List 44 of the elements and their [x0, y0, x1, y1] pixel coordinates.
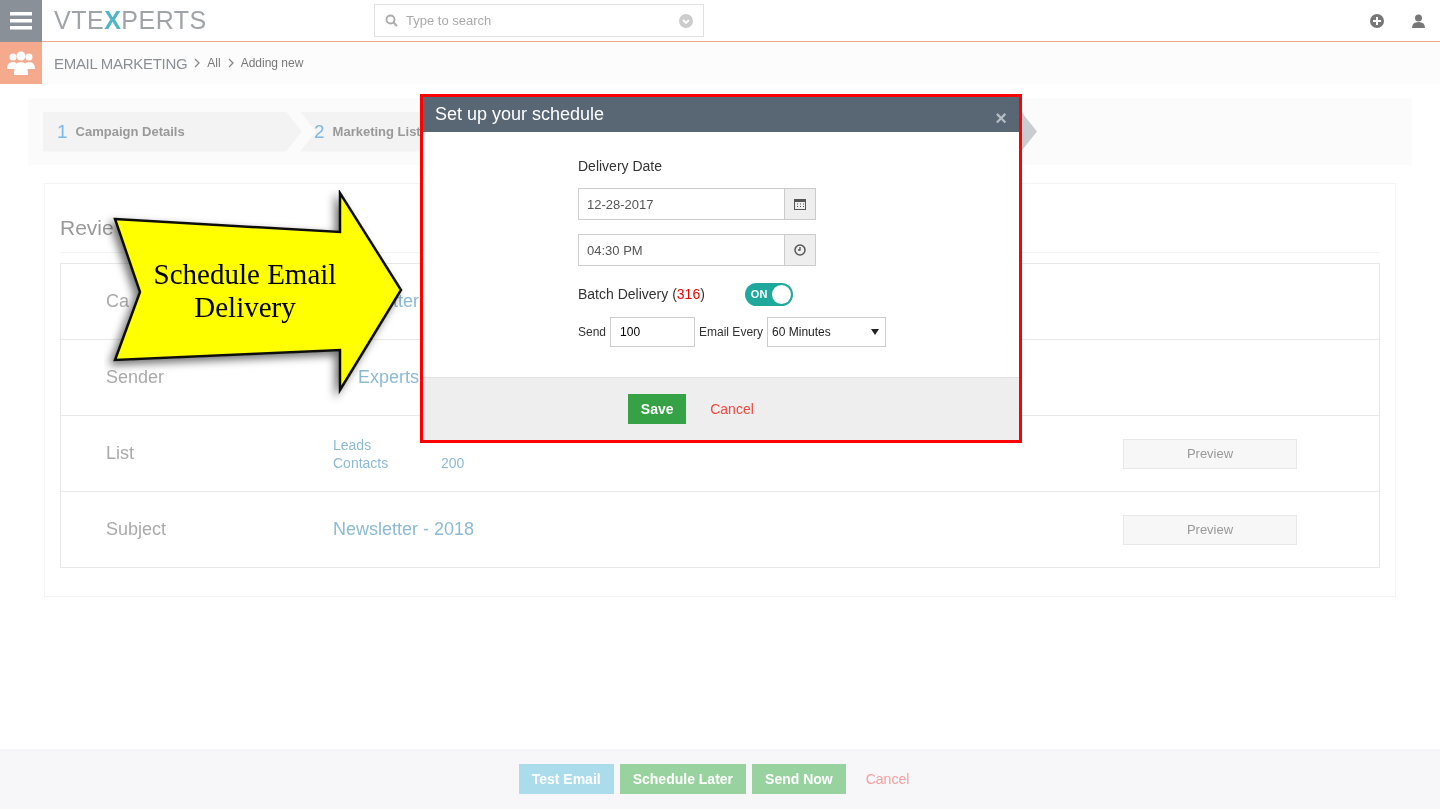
row-label: Subject	[106, 519, 167, 539]
row-value: Newsletter - 2018	[333, 519, 475, 540]
save-button[interactable]: Save	[628, 394, 687, 424]
search-box[interactable]: Type to search	[374, 4, 704, 37]
preview-button[interactable]: Preview	[1123, 514, 1297, 545]
logo: VTEXPERTS	[54, 6, 208, 35]
people-icon	[7, 51, 35, 75]
action-button[interactable]: Schedule Later	[619, 764, 747, 794]
cancel-link[interactable]: Cancel	[710, 401, 754, 417]
cancel-link[interactable]: Cancel	[851, 764, 924, 794]
close-button[interactable]: ×	[995, 107, 1007, 130]
breadcrumb-item[interactable]: All	[207, 56, 221, 70]
action-button[interactable]: Send Now	[752, 764, 846, 794]
send-label: Send	[578, 325, 607, 339]
calendar-icon[interactable]	[794, 198, 806, 210]
menu-button[interactable]	[0, 0, 42, 42]
list-count: 200	[441, 455, 465, 471]
row-value: Experts	[357, 367, 419, 388]
time-picker[interactable]: 04:30 PM	[578, 234, 816, 266]
callout-text: Schedule Email Delivery	[152, 258, 338, 324]
caret-icon	[871, 329, 880, 335]
breadcrumb-item[interactable]: Adding new	[240, 56, 304, 70]
list-link[interactable]: Leads	[333, 436, 441, 453]
row-label: Ca	[106, 291, 129, 311]
list-link[interactable]: Contacts	[333, 454, 441, 471]
module-title[interactable]: EMAIL MARKETING	[54, 54, 188, 72]
row-label: Sender	[106, 367, 165, 387]
chevron-icon	[226, 58, 235, 68]
interval-select[interactable]: 60 Minutes	[767, 317, 887, 347]
menu-icon	[10, 11, 32, 30]
send-count-field[interactable]: 100	[610, 317, 696, 347]
chevron-icon	[193, 58, 202, 68]
user-icon[interactable]	[1412, 13, 1425, 28]
search-icon	[385, 14, 398, 27]
batch-toggle[interactable]: ON	[744, 282, 793, 306]
date-picker[interactable]: 12-28-2017	[578, 188, 816, 220]
wizard-step: 1 Campaign Details	[43, 111, 302, 152]
field-label: Delivery Date	[578, 158, 663, 176]
clock-icon[interactable]	[794, 244, 806, 256]
batch-delivery-label: Batch Delivery (316)	[578, 286, 705, 302]
preview-button[interactable]: Preview	[1123, 438, 1297, 469]
row-label: List	[106, 443, 134, 463]
interval-label: Email Every	[699, 325, 764, 339]
add-icon[interactable]	[1370, 13, 1384, 28]
